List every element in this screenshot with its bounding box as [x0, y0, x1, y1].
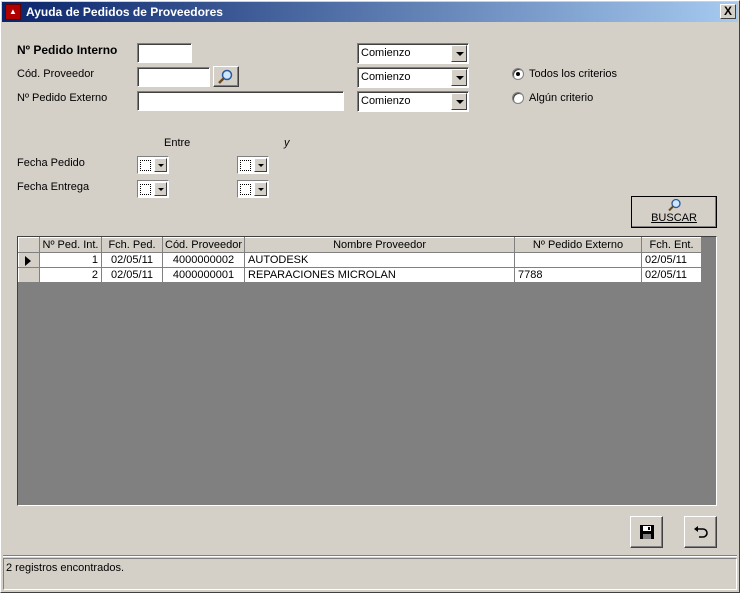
search-proveedor-button[interactable] [213, 66, 239, 87]
radio-algun-label: Algún criterio [529, 92, 594, 104]
magnifier-icon [668, 198, 681, 212]
col-header[interactable]: Nombre Proveedor [244, 237, 516, 253]
status-text: 2 registros encontrados. [6, 562, 125, 574]
pedido-interno-input[interactable] [138, 44, 191, 62]
combo-pedido-interno-value: Comienzo [361, 47, 411, 59]
cod-proveedor-label: Cód. Proveedor [17, 68, 95, 80]
magnifier-icon [218, 69, 233, 84]
cell-cod-prov[interactable]: 4000000002 [161, 252, 246, 268]
pedido-externo-field[interactable] [137, 91, 344, 111]
cell-fch-ent[interactable]: 02/05/11 [641, 252, 703, 268]
cod-proveedor-field[interactable] [137, 67, 210, 87]
fecha-pedido-hasta[interactable] [237, 156, 269, 174]
cell-ped-int[interactable]: 1 [39, 252, 102, 268]
close-icon: X [723, 4, 732, 18]
cell-nombre[interactable]: AUTODESK [244, 252, 516, 268]
pedido-externo-label: Nº Pedido Externo [17, 92, 108, 104]
fecha-entrega-desde[interactable] [137, 180, 169, 198]
chevron-down-icon[interactable] [254, 158, 267, 172]
cell-ped-ext[interactable]: 7788 [514, 267, 643, 283]
fecha-entrega-hasta[interactable] [237, 180, 269, 198]
results-table: Nº Ped. Int. Fch. Ped. Cód. Proveedor No… [18, 237, 703, 283]
undo-icon [694, 526, 708, 538]
combo-pedido-externo-value: Comienzo [361, 95, 411, 107]
chevron-down-icon[interactable] [451, 45, 467, 62]
col-header[interactable]: Nº Pedido Externo [514, 237, 643, 253]
window-title: Ayuda de Pedidos de Proveedores [26, 5, 223, 19]
cell-fch-ped[interactable]: 02/05/11 [101, 267, 163, 283]
col-header[interactable]: Fch. Ent. [641, 237, 703, 253]
undo-button[interactable] [684, 516, 717, 548]
chevron-down-icon[interactable] [154, 182, 167, 196]
status-separator [3, 555, 737, 557]
fecha-entrega-label: Fecha Entrega [17, 181, 90, 193]
combo-cod-proveedor-value: Comienzo [361, 71, 411, 83]
status-bar: 2 registros encontrados. [3, 558, 737, 590]
cell-nombre[interactable]: REPARACIONES MICROLAN [244, 267, 516, 283]
app-icon: ▲ [5, 4, 21, 20]
chevron-down-icon[interactable] [451, 69, 467, 86]
radio-todos-label: Todos los criterios [529, 68, 618, 80]
col-header[interactable]: Cód. Proveedor [161, 237, 246, 253]
row-selector[interactable] [18, 252, 40, 268]
entre-label: Entre [164, 137, 191, 149]
pedido-interno-field[interactable] [137, 43, 192, 63]
buscar-button[interactable]: BUSCAR [631, 196, 717, 228]
col-header[interactable]: Fch. Ped. [101, 237, 163, 253]
cod-proveedor-input[interactable] [138, 68, 209, 86]
cell-ped-int[interactable]: 2 [39, 267, 102, 283]
col-header[interactable]: Nº Ped. Int. [39, 237, 102, 253]
date-checkbox[interactable] [140, 184, 151, 195]
main-window: ▲ Ayuda de Pedidos de Proveedores X Nº P… [0, 0, 740, 593]
buscar-label: BUSCAR [651, 212, 697, 224]
combo-cod-proveedor[interactable]: Comienzo [357, 67, 469, 88]
title-bar: ▲ Ayuda de Pedidos de Proveedores X [2, 2, 738, 22]
save-button[interactable] [630, 516, 663, 548]
radio-algun-criterio[interactable] [512, 92, 524, 104]
chevron-down-icon[interactable] [154, 158, 167, 172]
table-row[interactable]: 2 02/05/11 4000000001 REPARACIONES MICRO… [18, 267, 703, 283]
chevron-down-icon[interactable] [451, 93, 467, 110]
grid-header-row: Nº Ped. Int. Fch. Ped. Cód. Proveedor No… [18, 237, 703, 253]
results-grid[interactable]: Nº Ped. Int. Fch. Ped. Cód. Proveedor No… [17, 236, 717, 506]
row-selector[interactable] [18, 267, 40, 283]
pedido-interno-label: Nº Pedido Interno [17, 43, 118, 57]
date-checkbox[interactable] [140, 160, 151, 171]
date-checkbox[interactable] [240, 160, 251, 171]
pedido-externo-input[interactable] [138, 92, 343, 110]
table-row[interactable]: 1 02/05/11 4000000002 AUTODESK 02/05/11 [18, 252, 703, 268]
combo-pedido-externo[interactable]: Comienzo [357, 91, 469, 112]
date-checkbox[interactable] [240, 184, 251, 195]
cell-fch-ped[interactable]: 02/05/11 [101, 252, 163, 268]
chevron-down-icon[interactable] [254, 182, 267, 196]
close-button[interactable]: X [720, 4, 736, 19]
row-pointer-icon [25, 256, 31, 266]
combo-pedido-interno[interactable]: Comienzo [357, 43, 469, 64]
y-label: y [284, 137, 290, 149]
cell-cod-prov[interactable]: 4000000001 [161, 267, 246, 283]
row-selector-header [18, 237, 40, 253]
fecha-pedido-label: Fecha Pedido [17, 157, 85, 169]
cell-fch-ent[interactable]: 02/05/11 [641, 267, 703, 283]
floppy-disk-icon [640, 525, 654, 539]
radio-todos-criterios[interactable] [512, 68, 524, 80]
fecha-pedido-desde[interactable] [137, 156, 169, 174]
cell-ped-ext[interactable] [514, 252, 643, 268]
